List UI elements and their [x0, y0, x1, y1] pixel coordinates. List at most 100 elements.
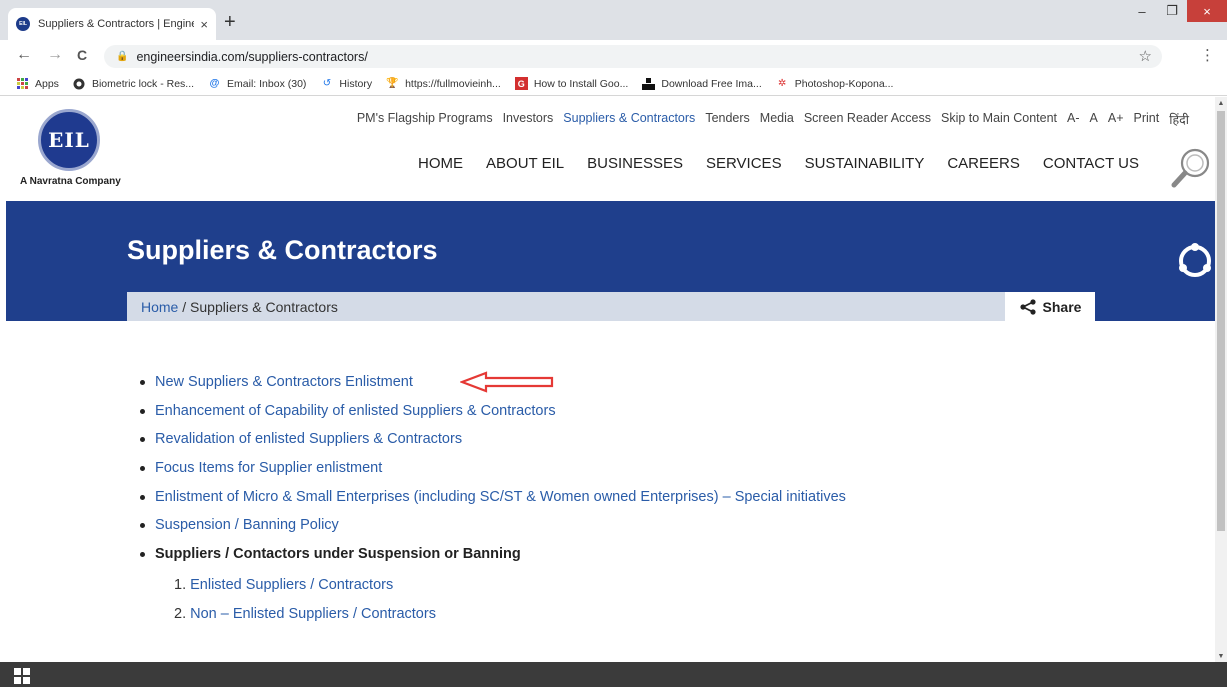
page-title: Suppliers & Contractors	[127, 235, 438, 265]
forward-button[interactable]: →	[47, 46, 63, 64]
print-link[interactable]: Print	[1134, 111, 1160, 128]
list-item: 2. Non – Enlisted Suppliers / Contractor…	[174, 604, 436, 633]
bookmark-fullmovie[interactable]: 🏆 https://fullmovieinh...	[386, 77, 500, 90]
utility-nav-tenders[interactable]: Tenders	[705, 111, 749, 128]
webpage: EIL A Navratna Company PM's Flagship Pro…	[0, 97, 1215, 662]
windows-start-icon[interactable]	[14, 668, 30, 684]
tab-close-icon[interactable]: ×	[200, 17, 208, 32]
nav-home[interactable]: HOME	[418, 155, 463, 172]
breadcrumb-separator: /	[178, 298, 191, 315]
nav-sustainability[interactable]: SUSTAINABILITY	[805, 155, 925, 172]
bookmark-download-images[interactable]: Download Free Ima...	[642, 77, 762, 90]
window-controls: – ❐ ×	[1127, 0, 1227, 22]
g-icon: G	[514, 77, 528, 90]
reload-button[interactable]: C	[77, 47, 87, 63]
utility-nav-suppliers[interactable]: Suppliers & Contractors	[563, 111, 695, 128]
suspension-heading: Suppliers / Contactors under Suspension …	[155, 546, 521, 563]
link-enlisted-suspended[interactable]: Enlisted Suppliers / Contractors	[190, 577, 393, 593]
share-label: Share	[1042, 298, 1082, 315]
link-revalidation[interactable]: Revalidation of enlisted Suppliers & Con…	[155, 431, 462, 447]
sub-item-number: 1.	[174, 577, 187, 593]
annotation-arrow-icon	[460, 371, 554, 393]
bookmark-history[interactable]: ↺ History	[320, 77, 372, 90]
utility-nav-media[interactable]: Media	[760, 111, 794, 128]
tagline: A Navratna Company	[20, 176, 121, 187]
breadcrumb: Home / Suppliers & Contractors	[127, 292, 1005, 321]
font-increase-button[interactable]: A+	[1108, 111, 1124, 128]
bookmark-star-icon[interactable]: ☆	[1139, 47, 1152, 65]
hindi-link[interactable]: हिंदी	[1169, 111, 1189, 128]
supplier-links-list: New Suppliers & Contractors Enlistment E…	[140, 372, 846, 573]
list-item: Suppliers / Contactors under Suspension …	[140, 544, 846, 573]
bookmarks-bar: Apps Biometric lock - Res... @ Email: In…	[0, 72, 1227, 96]
search-icon[interactable]	[1171, 147, 1211, 189]
browser-tab[interactable]: EIL Suppliers & Contractors | Engine ×	[8, 8, 216, 40]
breadcrumb-home[interactable]: Home	[141, 299, 178, 315]
restore-button[interactable]: ❐	[1157, 0, 1187, 22]
suspension-sublist: 1. Enlisted Suppliers / Contractors 2. N…	[174, 575, 436, 633]
share-button[interactable]: Share	[1005, 292, 1095, 321]
list-item: 1. Enlisted Suppliers / Contractors	[174, 575, 436, 604]
lock-icon: 🔒	[116, 51, 129, 62]
globe-icon	[73, 77, 86, 90]
list-item: Focus Items for Supplier enlistment	[140, 458, 846, 487]
bookmark-apps[interactable]: Apps	[16, 77, 59, 90]
list-item: Revalidation of enlisted Suppliers & Con…	[140, 429, 846, 458]
scroll-thumb[interactable]	[1217, 111, 1225, 531]
history-icon: ↺	[322, 78, 332, 89]
close-window-button[interactable]: ×	[1187, 0, 1227, 22]
nav-services[interactable]: SERVICES	[706, 155, 782, 172]
bookmark-install-google[interactable]: G How to Install Goo...	[514, 77, 628, 90]
share-icon	[1019, 298, 1036, 315]
minimize-button[interactable]: –	[1127, 0, 1157, 22]
sub-item-number: 2.	[174, 606, 187, 622]
link-suspension-policy[interactable]: Suspension / Banning Policy	[155, 517, 339, 533]
utility-nav: PM's Flagship Programs Investors Supplie…	[347, 111, 1189, 128]
email-icon: @	[209, 78, 220, 89]
tab-title: Suppliers & Contractors | Engine	[38, 18, 195, 30]
list-item: Suspension / Banning Policy	[140, 515, 846, 544]
nav-contact[interactable]: CONTACT US	[1043, 155, 1139, 172]
browser-tab-bar: EIL Suppliers & Contractors | Engine × +…	[0, 0, 1227, 40]
os-taskbar	[0, 662, 1227, 687]
browser-menu-icon[interactable]: ⋮	[1200, 46, 1215, 64]
bookmark-photoshop[interactable]: ✲ Photoshop-Kopona...	[776, 77, 893, 90]
bookmark-email[interactable]: @ Email: Inbox (30)	[208, 77, 307, 90]
accessibility-icon[interactable]	[1175, 241, 1215, 281]
page-scrollbar[interactable]: ▲ ▼	[1215, 97, 1227, 662]
utility-nav-skip-content[interactable]: Skip to Main Content	[941, 111, 1057, 128]
eil-logo[interactable]: EIL	[38, 109, 100, 171]
link-enhancement-capability[interactable]: Enhancement of Capability of enlisted Su…	[155, 403, 556, 419]
scroll-up-icon[interactable]: ▲	[1215, 97, 1227, 109]
utility-nav-investors[interactable]: Investors	[503, 111, 554, 128]
link-focus-items[interactable]: Focus Items for Supplier enlistment	[155, 460, 382, 476]
link-mse-enlistment[interactable]: Enlistment of Micro & Small Enterprises …	[155, 489, 846, 505]
scroll-down-icon[interactable]: ▼	[1215, 650, 1227, 662]
breadcrumb-current: Suppliers & Contractors	[190, 298, 338, 315]
apps-grid-icon	[16, 77, 29, 90]
font-decrease-button[interactable]: A-	[1067, 111, 1080, 128]
utility-nav-pm-flagship[interactable]: PM's Flagship Programs	[357, 111, 493, 128]
movie-icon: 🏆	[386, 78, 399, 89]
list-item: Enhancement of Capability of enlisted Su…	[140, 401, 846, 430]
main-nav: HOME ABOUT EIL BUSINESSES SERVICES SUSTA…	[395, 155, 1139, 172]
utility-nav-screen-reader[interactable]: Screen Reader Access	[804, 111, 931, 128]
nav-about[interactable]: ABOUT EIL	[486, 155, 564, 172]
photoshop-icon: ✲	[778, 78, 787, 89]
bookmark-biometric[interactable]: Biometric lock - Res...	[73, 77, 194, 90]
browser-toolbar: ← → C 🔒 engineersindia.com/suppliers-con…	[0, 40, 1227, 72]
url-text: engineersindia.com/suppliers-contractors…	[136, 49, 368, 64]
link-new-enlistment[interactable]: New Suppliers & Contractors Enlistment	[155, 374, 413, 390]
font-normal-button[interactable]: A	[1090, 111, 1098, 128]
nav-businesses[interactable]: BUSINESSES	[587, 155, 683, 172]
logo-text: EIL	[48, 128, 90, 152]
link-non-enlisted-suspended[interactable]: Non – Enlisted Suppliers / Contractors	[190, 606, 436, 622]
eil-favicon-icon: EIL	[16, 17, 30, 31]
back-button[interactable]: ←	[16, 46, 32, 64]
new-tab-button[interactable]: +	[224, 12, 236, 32]
list-item: Enlistment of Micro & Small Enterprises …	[140, 487, 846, 516]
download-icon	[642, 77, 656, 90]
nav-careers[interactable]: CAREERS	[947, 155, 1020, 172]
page-banner: Suppliers & Contractors Home / Suppliers…	[6, 201, 1215, 321]
address-bar[interactable]: 🔒 engineersindia.com/suppliers-contracto…	[104, 45, 1162, 68]
